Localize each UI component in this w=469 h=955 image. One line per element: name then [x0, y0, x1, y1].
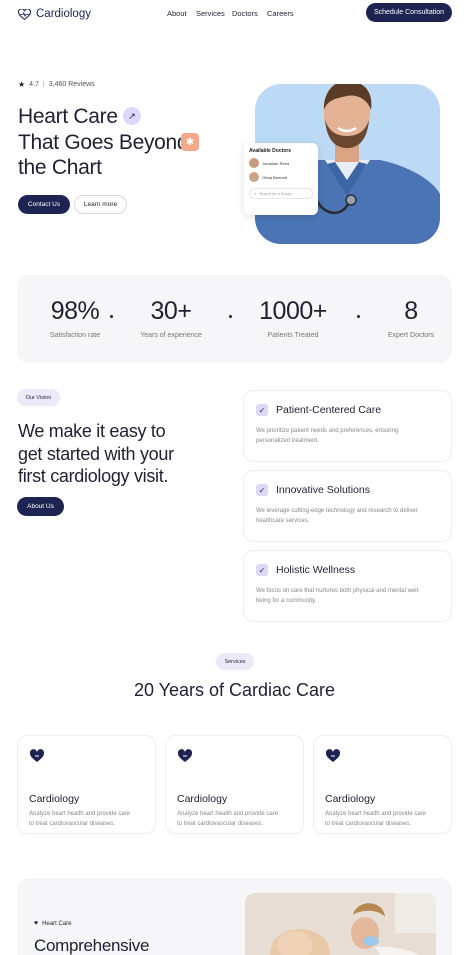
doctor-search-input[interactable]: ⌕ Search for a Doctor [249, 188, 313, 199]
service-desc: Analyze heart health and provide care to … [29, 810, 144, 829]
stat-value: 8 [404, 297, 418, 325]
doctor-item[interactable]: Olivia Bennett [249, 172, 313, 182]
stat-value: 98% [50, 297, 100, 325]
service-desc: Analyze heart health and provide care to … [177, 810, 292, 829]
rating-summary: ★ 4.7 | 3,460 Reviews [18, 80, 95, 89]
vision-title: We make it easy to get started with your… [18, 420, 174, 488]
avatar [249, 172, 259, 182]
stat-value: 30+ [150, 297, 192, 325]
stat-separator [110, 315, 113, 318]
brand-logo[interactable]: Cardiology [18, 8, 91, 20]
doctor-name: Jonathan Reed [262, 160, 290, 166]
stat-label: Expert Doctors [387, 332, 435, 339]
search-icon: ⌕ [254, 191, 257, 196]
stat-separator [229, 315, 232, 318]
service-desc-line-2: to treat cardiovascular diseases. [177, 820, 264, 827]
patient-photo-icon [245, 893, 436, 955]
stat-separator [357, 315, 360, 318]
doctor-name: Olivia Bennett [262, 174, 287, 180]
service-desc-line-2: to treat cardiovascular diseases. [29, 820, 116, 827]
heart-care-tag: ♥ Heart Care [34, 920, 72, 927]
nav-careers[interactable]: Careers [267, 9, 294, 18]
service-title: Cardiology [177, 793, 228, 805]
heart-care-label: Heart Care [42, 920, 72, 927]
service-card[interactable]: Cardiology Analyze heart health and prov… [17, 735, 156, 834]
heart-icon [177, 749, 193, 762]
heart-pulse-icon [18, 8, 31, 20]
vision-title-line-3: first cardiology visit. [18, 466, 169, 486]
stat-experience: 30+ Years of experience [121, 275, 221, 339]
vision-card-desc-line-2: being for a community. [256, 597, 317, 604]
heart-care-title: Comprehensive [34, 936, 150, 955]
doctor-item[interactable]: Jonathan Reed [249, 158, 313, 168]
service-desc-line-2: to treat cardiovascular diseases. [325, 820, 412, 827]
service-title: Cardiology [29, 793, 80, 805]
service-desc-line-1: Analyze heart health and provide care [177, 811, 279, 817]
nav-services[interactable]: Services [196, 9, 225, 18]
service-desc-line-1: Analyze heart health and provide care [325, 811, 427, 817]
stat-satisfaction: 98% Satisfaction rate [25, 275, 125, 339]
patient-care-image [245, 893, 436, 955]
service-card[interactable]: Cardiology Analyze heart health and prov… [165, 735, 304, 834]
vision-title-line-2: get started with your [18, 443, 174, 464]
rating-value: 4.7 [29, 81, 39, 88]
vision-card-desc-line-1: We prioritize patient needs and preferen… [256, 428, 399, 434]
vision-title-line-1: We make it easy to [18, 421, 166, 441]
check-icon: ✓ [256, 564, 268, 576]
service-desc-line-1: Analyze heart health and provide care [29, 811, 131, 817]
sparkle-icon: ✱ [181, 133, 199, 151]
vision-card-desc-line-2: healthcare services. [256, 517, 310, 524]
vision-card-desc: We leverage cutting-edge technology and … [256, 507, 439, 526]
service-card[interactable]: Cardiology Analyze heart health and prov… [313, 735, 452, 834]
hero-title: Heart Care That Goes Beyond the Chart [18, 104, 189, 181]
review-count: 3,460 Reviews [48, 81, 95, 88]
vision-tag: Our Vision [17, 389, 60, 406]
stats-panel: 98% Satisfaction rate 30+ Years of exper… [17, 275, 452, 363]
stat-label: Patients Treated [267, 332, 319, 339]
schedule-consultation-button[interactable]: Schedule Consultation [366, 3, 452, 22]
vision-card-title: Holistic Wellness [276, 564, 356, 576]
vision-card-title: Patient-Centered Care [276, 404, 382, 416]
contact-us-button[interactable]: Contact Us [18, 195, 70, 214]
vision-card-patient-centered: ✓ Patient-Centered Care We prioritize pat… [243, 390, 452, 462]
nav-doctors[interactable]: Doctors [232, 9, 258, 18]
vision-card-desc-line-1: We leverage cutting-edge technology and … [256, 508, 418, 514]
check-icon: ✓ [256, 484, 268, 496]
vision-card-innovative: ✓ Innovative Solutions We leverage cuttin… [243, 470, 452, 542]
vision-card-desc-line-1: We focus on care that nurtures both phys… [256, 588, 420, 594]
doctor-search-placeholder: Search for a Doctor [259, 191, 293, 196]
arrow-up-right-icon[interactable]: ↗ [123, 107, 141, 125]
hero-title-line-3: the Chart [18, 156, 102, 179]
avatar [249, 158, 259, 168]
star-icon: ★ [18, 80, 26, 89]
rating-divider: | [42, 81, 45, 88]
service-desc: Analyze heart health and provide care to … [325, 810, 440, 829]
vision-card-desc: We focus on care that nurtures both phys… [256, 587, 439, 606]
stat-doctors: 8 Expert Doctors [361, 275, 461, 339]
brand-name: Cardiology [36, 8, 91, 20]
stat-label: Satisfaction rate [49, 332, 101, 339]
about-us-button[interactable]: About Us [17, 497, 64, 516]
nav-about[interactable]: About [167, 9, 187, 18]
hero-title-line-1: Heart Care [18, 105, 118, 128]
heart-icon [29, 749, 45, 762]
heart-icon: ♥ [34, 920, 39, 927]
vision-card-title: Innovative Solutions [276, 484, 370, 496]
stat-value: 1000+ [259, 297, 327, 325]
service-title: Cardiology [325, 793, 376, 805]
check-icon: ✓ [256, 404, 268, 416]
learn-more-button[interactable]: Learn more [74, 195, 127, 214]
hero-title-line-2: That Goes Beyond [18, 130, 189, 154]
services-tag: Services [216, 653, 254, 670]
available-doctors-title: Available Doctors [249, 148, 292, 154]
available-doctors-card: Available Doctors Jonathan Reed Olivia B… [244, 143, 318, 215]
stat-patients: 1000+ Patients Treated [243, 275, 343, 339]
vision-card-desc-line-2: personalized treatment. [256, 437, 319, 444]
vision-card-holistic: ✓ Holistic Wellness We focus on care that… [243, 550, 452, 622]
vision-card-desc: We prioritize patient needs and preferen… [256, 427, 439, 446]
heart-icon [325, 749, 341, 762]
stat-label: Years of experience [140, 332, 202, 339]
services-title: 20 Years of Cardiac Care [133, 680, 336, 700]
